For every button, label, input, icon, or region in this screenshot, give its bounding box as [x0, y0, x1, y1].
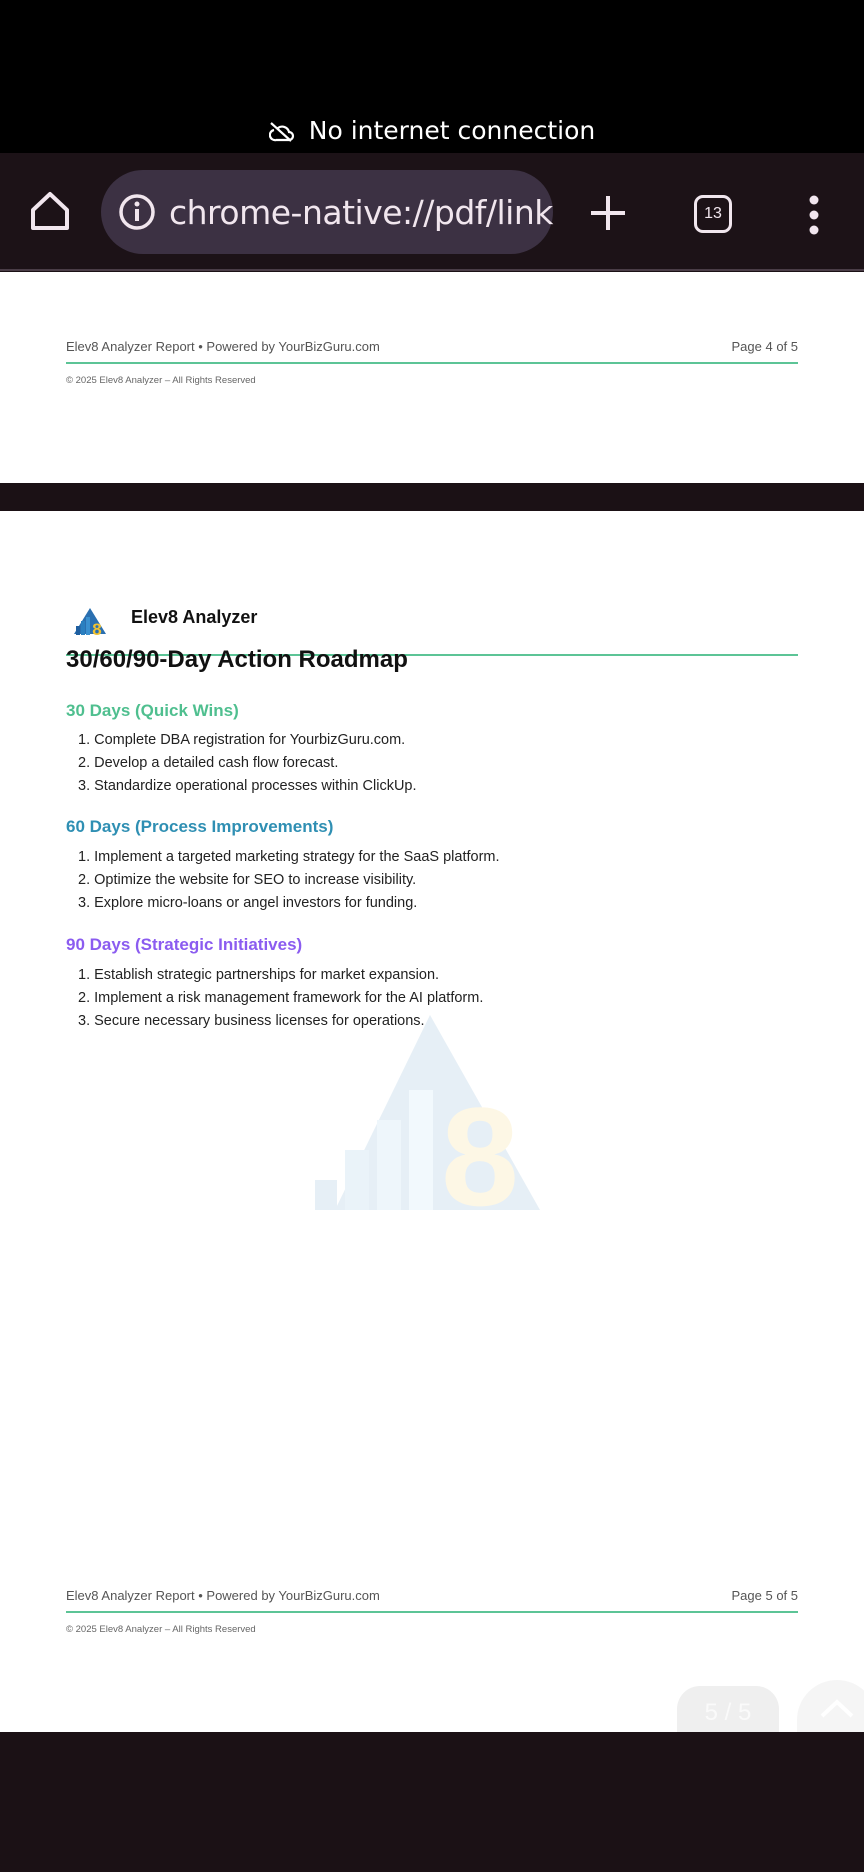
svg-text:8: 8: [441, 1078, 519, 1215]
list-item: 1. Complete DBA registration for Yourbiz…: [78, 732, 406, 748]
more-menu-icon[interactable]: [808, 195, 820, 235]
cloud-off-icon: [268, 122, 294, 142]
info-icon[interactable]: [117, 192, 157, 232]
home-icon[interactable]: [28, 190, 72, 232]
footer-page-number: Page 5 of 5: [731, 1588, 799, 1603]
footer-page-number: Page 4 of 5: [731, 339, 799, 354]
page-title: 30/60/90-Day Action Roadmap: [66, 646, 408, 673]
list-item: 3. Standardize operational processes wit…: [78, 778, 417, 794]
footer-copyright: © 2025 Elev8 Analyzer – All Rights Reser…: [66, 375, 256, 386]
list-item: 1. Implement a targeted marketing strate…: [78, 849, 500, 865]
page5-footer: Elev8 Analyzer Report • Powered by YourB…: [66, 1588, 798, 1603]
tab-switcher-button[interactable]: 13: [694, 195, 732, 233]
offline-text: No internet connection: [308, 116, 596, 145]
elev8-logo: 8: [74, 608, 106, 638]
watermark-logo: 8: [315, 1015, 540, 1215]
footer-copyright: © 2025 Elev8 Analyzer – All Rights Reser…: [66, 1624, 256, 1635]
footer-left: Elev8 Analyzer Report • Powered by YourB…: [66, 339, 380, 354]
address-bar[interactable]: chrome-native://pdf/link: [101, 170, 553, 254]
list-item: 2. Develop a detailed cash flow forecast…: [78, 755, 339, 771]
svg-text:8: 8: [92, 620, 101, 638]
footer-left: Elev8 Analyzer Report • Powered by YourB…: [66, 1588, 380, 1603]
chevron-up-icon[interactable]: [817, 1694, 857, 1724]
section-heading-60: 60 Days (Process Improvements): [66, 817, 334, 836]
footer-divider: [66, 1611, 798, 1613]
footer-divider: [66, 362, 798, 364]
section-heading-90: 90 Days (Strategic Initiatives): [66, 935, 303, 954]
list-item: 2. Optimize the website for SEO to incre…: [78, 872, 417, 888]
new-tab-icon[interactable]: [588, 193, 628, 233]
page-indicator: 5 / 5: [677, 1686, 779, 1732]
list-item: 1. Establish strategic partnerships for …: [78, 967, 440, 983]
page4-footer: Elev8 Analyzer Report • Powered by YourB…: [66, 339, 798, 354]
offline-banner: No internet connection: [0, 116, 864, 145]
list-item: 3. Explore micro-loans or angel investor…: [78, 895, 418, 911]
url-text[interactable]: chrome-native://pdf/link: [169, 193, 553, 232]
brand-name: Elev8 Analyzer: [131, 607, 258, 627]
list-item: 2. Implement a risk management framework…: [78, 990, 484, 1006]
section-heading-30: 30 Days (Quick Wins): [66, 701, 239, 720]
